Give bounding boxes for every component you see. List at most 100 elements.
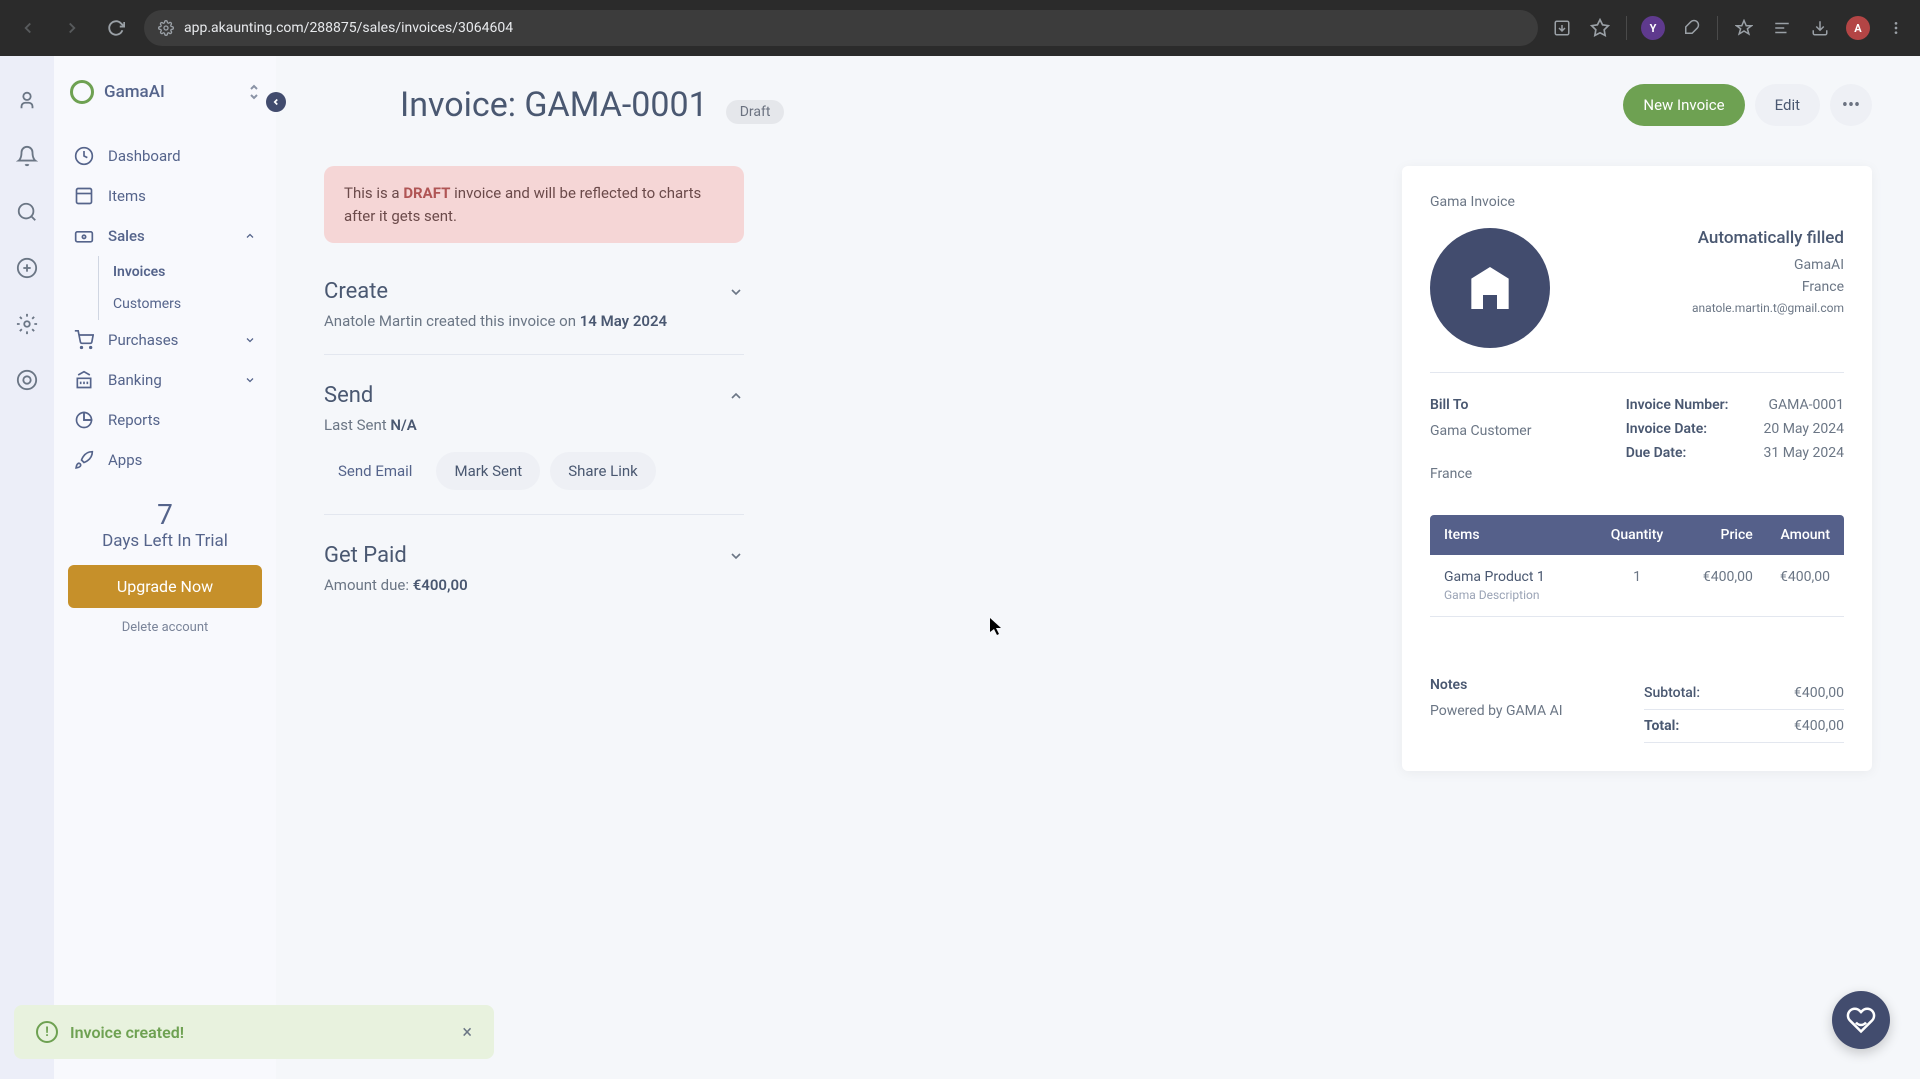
bookmark-star-icon[interactable] xyxy=(1588,16,1612,40)
purchases-icon xyxy=(74,330,94,350)
invoice-line-item: Gama Product 1 Gama Description 1 €400,0… xyxy=(1430,555,1844,617)
nav-purchases[interactable]: Purchases xyxy=(68,320,262,360)
extension-list-icon[interactable] xyxy=(1770,16,1794,40)
inv-email: anatole.martin.t@gmail.com xyxy=(1692,299,1844,318)
sidebar: GamaAI Dashboard Items Sales Invoices Cu… xyxy=(54,56,276,1079)
chevron-up-icon xyxy=(244,230,256,242)
upgrade-button[interactable]: Upgrade Now xyxy=(68,565,262,608)
header-actions: New Invoice Edit ••• xyxy=(1623,84,1872,126)
nav-label: Items xyxy=(108,187,146,205)
col-items: Items xyxy=(1444,527,1598,543)
site-settings-icon[interactable] xyxy=(158,20,174,36)
rail-user-icon[interactable] xyxy=(13,86,41,114)
collapse-sidebar-button[interactable] xyxy=(266,92,286,112)
nav-label: Dashboard xyxy=(108,147,181,165)
profile-avatar-icon[interactable]: A xyxy=(1846,16,1870,40)
extension-icons: Y A xyxy=(1550,16,1908,40)
nav-reports[interactable]: Reports xyxy=(68,400,262,440)
url-text: app.akaunting.com/288875/sales/invoices/… xyxy=(184,20,513,36)
trial-label: Days Left In Trial xyxy=(68,531,262,551)
install-app-icon[interactable] xyxy=(1550,16,1574,40)
rail-bell-icon[interactable] xyxy=(13,142,41,170)
company-logo-icon xyxy=(70,80,94,104)
invoice-footer: Notes Powered by GAMA AI Subtotal: €400,… xyxy=(1430,677,1844,743)
col-amt: Amount xyxy=(1753,527,1830,543)
extensions-icon[interactable] xyxy=(1679,16,1703,40)
right-column: Gama Invoice Automatically filled GamaAI… xyxy=(1402,166,1872,1051)
col-qty: Quantity xyxy=(1598,527,1675,543)
browser-back-button[interactable] xyxy=(12,12,44,44)
bill-label: Bill To xyxy=(1430,397,1531,413)
nav-label: Reports xyxy=(108,411,160,429)
nav-sales[interactable]: Sales xyxy=(68,216,262,256)
browser-forward-button[interactable] xyxy=(56,12,88,44)
invoice-table-header: Items Quantity Price Amount xyxy=(1430,515,1844,555)
sales-subitems: Invoices Customers xyxy=(98,256,262,320)
extension-y-icon[interactable]: Y xyxy=(1641,16,1665,40)
section-create-sub: Anatole Martin created this invoice on 1… xyxy=(324,312,744,330)
new-invoice-button[interactable]: New Invoice xyxy=(1623,84,1744,126)
company-selector[interactable]: GamaAI xyxy=(68,76,262,108)
divider xyxy=(1626,16,1627,40)
line-item-cell: Gama Product 1 Gama Description xyxy=(1444,569,1598,602)
total-row: Subtotal: €400,00 xyxy=(1644,677,1844,710)
nav-banking[interactable]: Banking xyxy=(68,360,262,400)
extension-leaf-icon[interactable] xyxy=(1732,16,1756,40)
rail-add-icon[interactable] xyxy=(13,254,41,282)
send-email-button[interactable]: Send Email xyxy=(324,452,426,490)
browser-menu-icon[interactable] xyxy=(1884,16,1908,40)
nav-dashboard[interactable]: Dashboard xyxy=(68,136,262,176)
nav-label: Banking xyxy=(108,371,162,389)
section-create-header[interactable]: Create xyxy=(324,279,744,304)
more-actions-button[interactable]: ••• xyxy=(1830,84,1872,126)
downloads-icon[interactable] xyxy=(1808,16,1832,40)
title-group: Invoice: GAMA-0001 Draft xyxy=(400,85,784,125)
invoice-preview: Gama Invoice Automatically filled GamaAI… xyxy=(1402,166,1872,771)
nav-label: Purchases xyxy=(108,331,178,349)
nav-invoices[interactable]: Invoices xyxy=(107,256,262,288)
divider xyxy=(1717,16,1718,40)
line-qty: 1 xyxy=(1598,569,1675,602)
edit-button[interactable]: Edit xyxy=(1755,84,1820,126)
icon-rail xyxy=(0,56,54,1079)
nav-apps[interactable]: Apps xyxy=(68,440,262,480)
delete-account-link[interactable]: Delete account xyxy=(68,620,262,635)
app-container: GamaAI Dashboard Items Sales Invoices Cu… xyxy=(0,56,1920,1079)
nav-customers[interactable]: Customers xyxy=(107,288,262,320)
section-paid-sub: Amount due: €400,00 xyxy=(324,576,744,594)
apps-icon xyxy=(74,450,94,470)
nav-items[interactable]: Items xyxy=(68,176,262,216)
page-title: Invoice: GAMA-0001 xyxy=(400,85,708,125)
alert-prefix: This is a xyxy=(344,184,403,202)
mark-sent-button[interactable]: Mark Sent xyxy=(436,452,540,490)
rail-search-icon[interactable] xyxy=(13,198,41,226)
sales-icon xyxy=(74,226,94,246)
feedback-fab[interactable] xyxy=(1832,991,1890,1049)
left-column: This is a DRAFT invoice and will be refl… xyxy=(324,166,744,1051)
chevron-down-icon xyxy=(728,284,744,300)
alert-strong: DRAFT xyxy=(403,184,450,202)
detail-row: Due Date: 31 May 2024 xyxy=(1626,445,1844,461)
nav-label: Apps xyxy=(108,451,142,469)
share-link-button[interactable]: Share Link xyxy=(550,452,656,490)
section-paid-header[interactable]: Get Paid xyxy=(324,543,744,568)
url-bar[interactable]: app.akaunting.com/288875/sales/invoices/… xyxy=(144,10,1538,46)
col-price: Price xyxy=(1676,527,1753,543)
section-send-header[interactable]: Send xyxy=(324,383,744,408)
notes-val: Powered by GAMA AI xyxy=(1430,699,1563,724)
selector-arrows-icon xyxy=(248,84,260,100)
rail-settings-icon[interactable] xyxy=(13,310,41,338)
banking-icon xyxy=(74,370,94,390)
notes-label: Notes xyxy=(1430,677,1563,693)
browser-reload-button[interactable] xyxy=(100,12,132,44)
section-send: Send Last Sent N/A Send Email Mark Sent … xyxy=(324,383,744,515)
page-header: Invoice: GAMA-0001 Draft New Invoice Edi… xyxy=(400,84,1872,126)
toast-close-button[interactable]: × xyxy=(462,1022,472,1043)
section-create: Create Anatole Martin created this invoi… xyxy=(324,279,744,355)
reports-icon xyxy=(74,410,94,430)
invoice-details: Invoice Number: GAMA-0001 Invoice Date: … xyxy=(1626,397,1844,487)
browser-chrome: app.akaunting.com/288875/sales/invoices/… xyxy=(0,0,1920,56)
company-name: GamaAI xyxy=(104,82,238,102)
rail-help-icon[interactable] xyxy=(13,366,41,394)
trial-box: 7 Days Left In Trial Upgrade Now Delete … xyxy=(68,498,262,635)
